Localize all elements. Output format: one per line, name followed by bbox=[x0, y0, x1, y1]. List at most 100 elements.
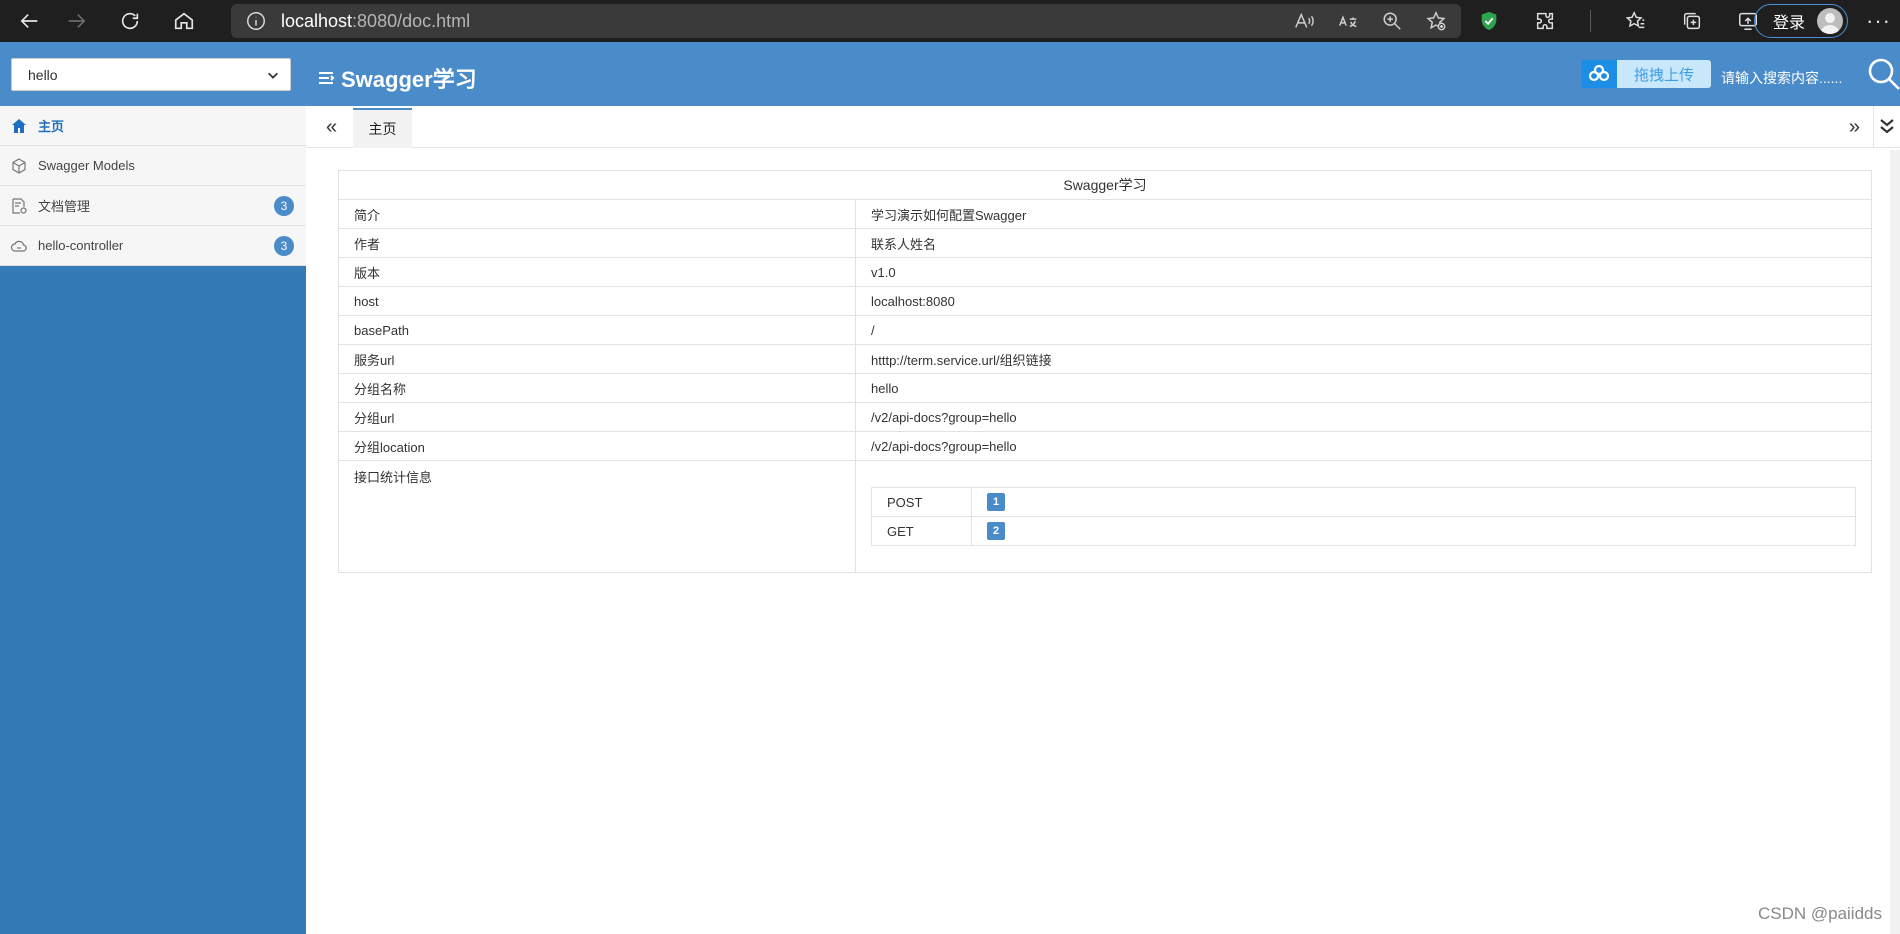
address-bar[interactable]: localhost:8080/doc.html bbox=[231, 4, 1461, 38]
toolbar-divider bbox=[1590, 10, 1591, 32]
app-header: hello Swagger学习 拖拽上传 请输入搜索内容...... bbox=[0, 42, 1900, 106]
read-aloud-icon[interactable] bbox=[1293, 10, 1315, 32]
double-chevron-down-icon[interactable] bbox=[1878, 116, 1896, 136]
info-value: /v2/api-docs?group=hello bbox=[855, 431, 1872, 461]
table-row: host localhost:8080 bbox=[338, 286, 1872, 316]
sidebar-item-label: hello-controller bbox=[38, 238, 124, 253]
table-row: basePath / bbox=[338, 315, 1872, 345]
info-key: 分组名称 bbox=[338, 373, 856, 403]
info-value: hello bbox=[855, 373, 1872, 403]
refresh-icon bbox=[121, 12, 139, 30]
upload-widget[interactable]: 拖拽上传 bbox=[1581, 60, 1711, 88]
tab-scroll-left-button[interactable]: « bbox=[326, 116, 337, 139]
user-avatar-icon bbox=[1820, 13, 1840, 34]
tab-home[interactable]: 主页 bbox=[353, 108, 412, 148]
back-button[interactable] bbox=[10, 3, 50, 39]
count-badge: 1 bbox=[987, 493, 1005, 511]
sidebar-item-swagger-models[interactable]: Swagger Models bbox=[0, 146, 306, 186]
http-method: POST bbox=[871, 487, 972, 517]
sidebar: 主页 Swagger Models 文档管理 3 hello-controlle… bbox=[0, 106, 306, 934]
tab-bar: « 主页 » bbox=[306, 106, 1900, 148]
table-row: 分组url /v2/api-docs?group=hello bbox=[338, 402, 1872, 432]
table-row: 服务url htttp://term.service.url/组织链接 bbox=[338, 344, 1872, 374]
app-title-text: Swagger学习 bbox=[341, 67, 477, 92]
house-icon bbox=[174, 12, 194, 30]
search-icon[interactable] bbox=[1866, 56, 1900, 92]
url-path: :8080/doc.html bbox=[352, 10, 471, 31]
models-icon bbox=[12, 157, 26, 174]
table-row: 版本 v1.0 bbox=[338, 257, 1872, 287]
tab-label: 主页 bbox=[368, 121, 397, 137]
info-key: basePath bbox=[338, 315, 856, 345]
stats-cell: POST 1 GET 2 bbox=[855, 460, 1872, 573]
stats-count-cell: 2 bbox=[971, 516, 1856, 546]
sidebar-menu: 主页 Swagger Models 文档管理 3 hello-controlle… bbox=[0, 106, 306, 266]
watermark: CSDN @paiidds bbox=[1757, 904, 1882, 923]
avatar bbox=[1817, 8, 1843, 34]
favorites-icon[interactable] bbox=[1625, 10, 1647, 32]
shield-icon[interactable] bbox=[1478, 10, 1500, 32]
chevron-down-icon bbox=[268, 72, 278, 79]
info-value: 联系人姓名 bbox=[855, 228, 1872, 258]
doc-manage-icon bbox=[12, 197, 27, 214]
search-placeholder[interactable]: 请输入搜索内容...... bbox=[1721, 68, 1842, 88]
translate-icon[interactable] bbox=[1337, 10, 1359, 32]
url-host: localhost bbox=[281, 10, 353, 31]
group-select[interactable]: hello bbox=[11, 58, 291, 91]
stats-row: POST 1 bbox=[871, 487, 1856, 517]
stats-count-cell: 1 bbox=[971, 487, 1856, 517]
page-title: Swagger学习 bbox=[317, 62, 477, 94]
puzzle-icon[interactable] bbox=[1534, 10, 1556, 32]
home-icon bbox=[12, 118, 26, 133]
table-row: 分组location /v2/api-docs?group=hello bbox=[338, 431, 1872, 461]
home-button[interactable] bbox=[164, 3, 204, 39]
url-text: localhost:8080/doc.html bbox=[281, 11, 470, 32]
sidebar-item-doc-manage[interactable]: 文档管理 3 bbox=[0, 186, 306, 226]
upload-label: 拖拽上传 bbox=[1617, 60, 1711, 88]
table-row: 分组名称 hello bbox=[338, 373, 1872, 403]
group-select-value: hello bbox=[28, 66, 58, 83]
sidebar-item-hello-controller[interactable]: hello-controller 3 bbox=[0, 226, 306, 266]
count-badge: 3 bbox=[274, 236, 294, 256]
tab-divider bbox=[1873, 106, 1874, 148]
info-key: 分组url bbox=[338, 402, 856, 432]
info-icon[interactable] bbox=[245, 10, 267, 32]
collections-icon[interactable] bbox=[1681, 10, 1703, 32]
info-value: htttp://term.service.url/组织链接 bbox=[855, 344, 1872, 374]
zoom-icon[interactable] bbox=[1381, 10, 1403, 32]
info-key: host bbox=[338, 286, 856, 316]
info-value: /v2/api-docs?group=hello bbox=[855, 402, 1872, 432]
menu-toggle-icon[interactable] bbox=[317, 69, 335, 87]
info-value: v1.0 bbox=[855, 257, 1872, 287]
login-button[interactable]: 登录 bbox=[1754, 4, 1848, 38]
extension-icons bbox=[1478, 0, 1759, 42]
cloud-icon bbox=[10, 240, 27, 252]
sidebar-item-label: 主页 bbox=[38, 119, 65, 134]
table-row: 接口统计信息 POST 1 GET 2 bbox=[338, 460, 1872, 573]
scrollbar[interactable] bbox=[1890, 150, 1900, 934]
browser-menu-button[interactable]: ··· bbox=[1866, 8, 1891, 34]
refresh-button[interactable] bbox=[110, 3, 150, 39]
favorite-add-icon[interactable] bbox=[1425, 10, 1447, 32]
tab-scroll-right-button[interactable]: » bbox=[1849, 116, 1860, 139]
count-badge: 3 bbox=[274, 196, 294, 216]
info-key: 版本 bbox=[338, 257, 856, 287]
info-value: / bbox=[855, 315, 1872, 345]
forward-button[interactable] bbox=[56, 3, 96, 39]
login-label: 登录 bbox=[1773, 15, 1806, 32]
sidebar-item-label: 文档管理 bbox=[38, 199, 91, 214]
info-key: 接口统计信息 bbox=[338, 460, 856, 573]
info-value: localhost:8080 bbox=[855, 286, 1872, 316]
info-key: 服务url bbox=[338, 344, 856, 374]
info-key: 分组location bbox=[338, 431, 856, 461]
cloud-link-icon bbox=[1588, 64, 1610, 82]
count-badge: 2 bbox=[987, 522, 1005, 540]
address-bar-icons bbox=[1293, 4, 1447, 38]
info-table-title: Swagger学习 bbox=[338, 170, 1872, 200]
sidebar-item-label: Swagger Models bbox=[38, 158, 135, 173]
sidebar-item-home[interactable]: 主页 bbox=[0, 106, 306, 146]
info-key: 作者 bbox=[338, 228, 856, 258]
browser-toolbar: localhost:8080/doc.html 登录 ··· bbox=[0, 0, 1900, 42]
api-info-table: Swagger学习 简介 学习演示如何配置Swagger 作者 联系人姓名 版本… bbox=[338, 170, 1872, 573]
table-row: 简介 学习演示如何配置Swagger bbox=[338, 199, 1872, 229]
